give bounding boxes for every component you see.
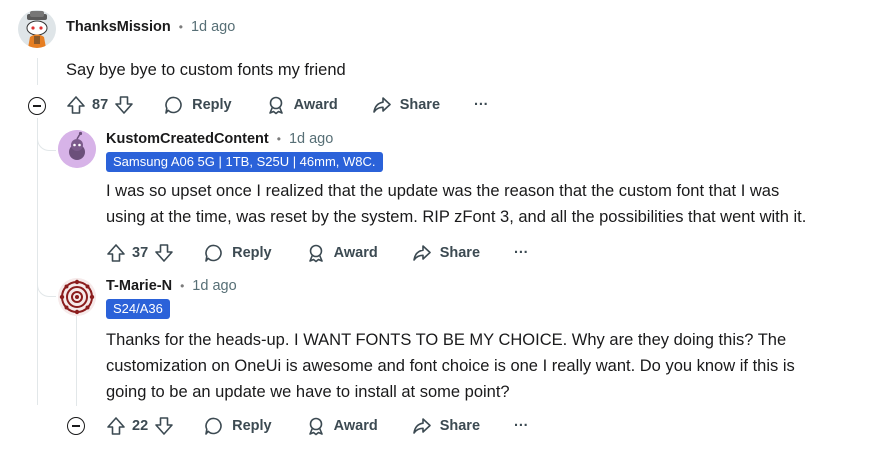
upvote-icon [107, 417, 125, 435]
comment-body: Thanks for the heads-up. I WANT FONTS TO… [106, 327, 795, 405]
avatar[interactable] [18, 10, 56, 48]
reply-label: Reply [232, 418, 272, 434]
more-options-button[interactable]: ··· [514, 418, 529, 434]
reply-button[interactable]: Reply [204, 243, 272, 263]
award-button[interactable]: Award [306, 416, 378, 436]
timestamp[interactable]: 1d ago [191, 19, 235, 35]
timestamp[interactable]: 1d ago [289, 131, 333, 147]
downvote-button[interactable] [154, 243, 174, 263]
award-label: Award [333, 418, 378, 434]
thread-branch [37, 130, 56, 151]
upvote-button[interactable] [66, 95, 86, 115]
reply-label: Reply [232, 245, 272, 261]
award-label: Award [333, 245, 378, 261]
vote-count: 22 [132, 418, 149, 434]
comment-body: I was so upset once I realized that the … [106, 178, 806, 230]
award-icon [308, 244, 323, 263]
award-button[interactable]: Award [266, 95, 338, 115]
comment-line: customization on OneUi is awesome and fo… [106, 357, 795, 375]
vote-count: 37 [132, 245, 149, 261]
comment-actions: 22 Reply Award Share ··· [106, 416, 529, 436]
thread-line [76, 316, 77, 406]
meta-separator: • [180, 279, 185, 293]
pattern-avatar-icon [58, 278, 96, 316]
collapse-thread-button[interactable] [28, 97, 46, 115]
comment-actions: 37 Reply Award Share ··· [106, 243, 529, 263]
downvote-icon [155, 244, 173, 262]
comment-line: Thanks for the heads-up. I WANT FONTS TO… [106, 331, 787, 349]
snoo-avatar-icon [58, 130, 96, 168]
minus-icon [33, 105, 41, 107]
user-flair: Samsung A06 5G | 1TB, S25U | 46mm, W8C. [106, 152, 383, 172]
timestamp[interactable]: 1d ago [192, 278, 236, 294]
vote-count: 87 [92, 97, 109, 113]
more-options-button[interactable]: ··· [514, 245, 529, 261]
user-flair: S24/A36 [106, 299, 170, 319]
meta-separator: • [178, 20, 183, 34]
reply-icon [165, 96, 182, 114]
share-label: Share [439, 245, 481, 261]
share-button[interactable]: Share [412, 243, 480, 263]
more-options-button[interactable]: ··· [474, 97, 489, 113]
meta-separator: • [276, 132, 281, 146]
reply-button[interactable]: Reply [164, 95, 232, 115]
reply-button[interactable]: Reply [204, 416, 272, 436]
upvote-icon [107, 244, 125, 262]
upvote-button[interactable] [106, 416, 126, 436]
downvote-icon [155, 417, 173, 435]
thread-branch [37, 276, 56, 297]
reply-label: Reply [192, 97, 232, 113]
avatar[interactable] [58, 130, 96, 168]
collapse-thread-button[interactable] [67, 417, 85, 435]
comment-actions: 87 Reply Award Share ··· [66, 95, 489, 115]
avatar[interactable] [58, 278, 96, 316]
comment-line: I was so upset once I realized that the … [106, 182, 780, 200]
upvote-icon [67, 96, 85, 114]
reply-icon [205, 244, 222, 262]
award-icon [268, 96, 283, 115]
award-button[interactable]: Award [306, 243, 378, 263]
comment-line: going to be an update we have to install… [106, 383, 510, 401]
downvote-button[interactable] [154, 416, 174, 436]
username[interactable]: ThanksMission [66, 19, 171, 35]
share-button[interactable]: Share [372, 95, 440, 115]
award-label: Award [293, 97, 338, 113]
thread-line [37, 58, 38, 85]
username[interactable]: T-Marie-N [106, 278, 172, 294]
share-icon [412, 245, 431, 261]
award-icon [308, 417, 323, 436]
share-label: Share [439, 418, 481, 434]
share-button[interactable]: Share [412, 416, 480, 436]
downvote-button[interactable] [114, 95, 134, 115]
upvote-button[interactable] [106, 243, 126, 263]
share-icon [372, 97, 391, 113]
share-icon [412, 418, 431, 434]
username[interactable]: KustomCreatedContent [106, 131, 269, 147]
thread-line [37, 118, 38, 405]
share-label: Share [399, 97, 441, 113]
minus-icon [72, 425, 80, 427]
downvote-icon [115, 96, 133, 114]
snoo-avatar-icon [18, 10, 56, 48]
reply-icon [205, 417, 222, 435]
comment-line: using at the time, was reset by the syst… [106, 208, 807, 226]
comment-body: Say bye bye to custom fonts my friend [66, 61, 346, 79]
